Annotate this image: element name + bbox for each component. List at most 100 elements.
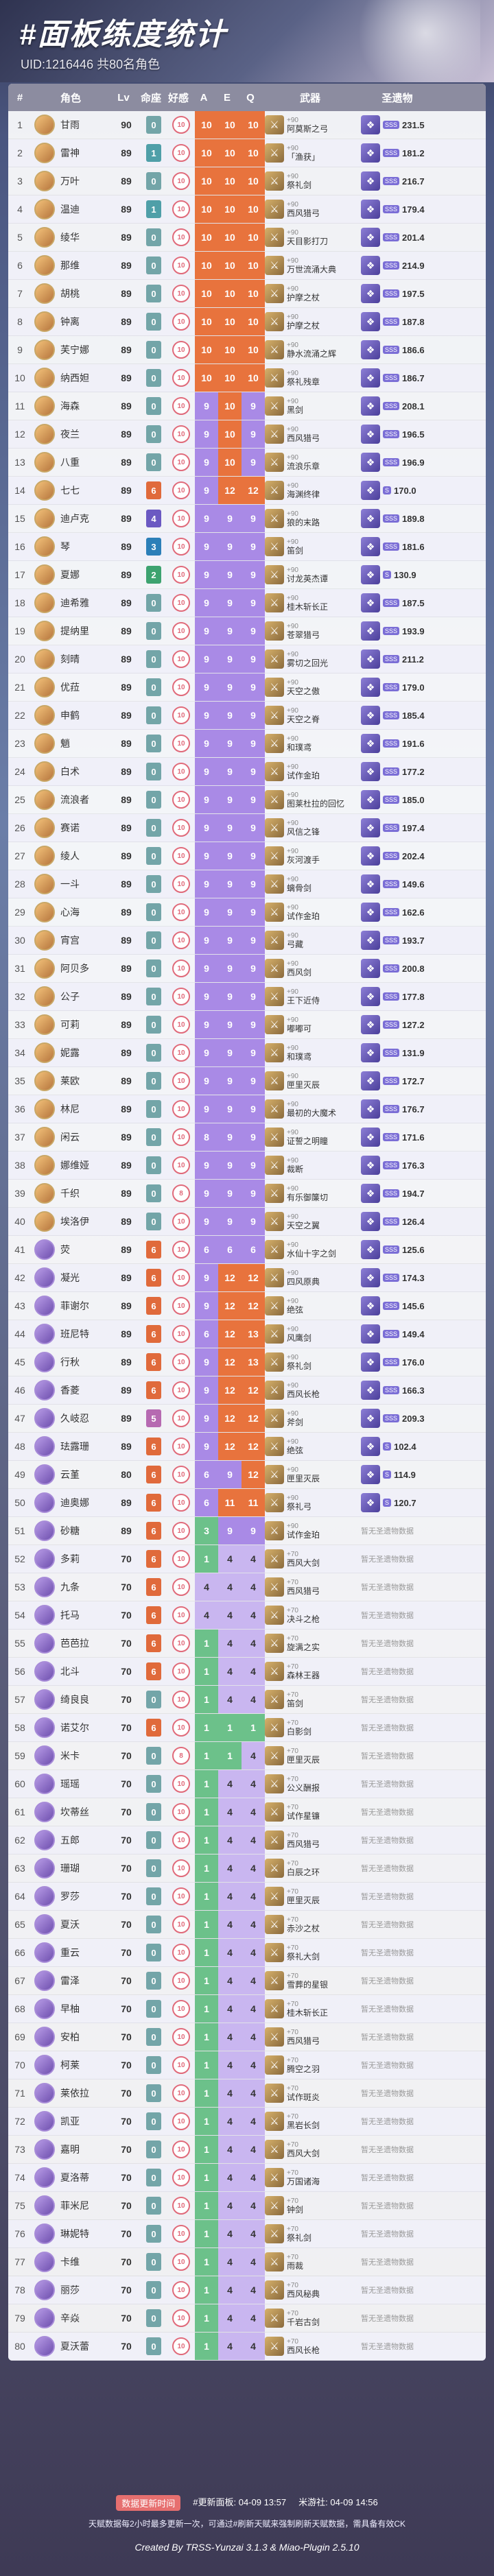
character-level: 70	[121, 2144, 132, 2155]
talent-e: 4	[218, 1883, 242, 1910]
artifact-cell: ❖ S 170.0	[361, 481, 439, 500]
talent-e: 9	[218, 1461, 242, 1488]
character-level: 89	[121, 738, 132, 749]
talent-q: 10	[242, 336, 265, 363]
friendship-heart-icon: 10	[172, 2197, 190, 2215]
weapon-name: 风鹰剑	[287, 1333, 312, 1343]
weapon-cell: ⚔ +90 静水流涌之辉	[265, 340, 361, 359]
constellation-badge: 0	[146, 369, 161, 387]
character-level: 89	[121, 654, 132, 665]
avatar	[34, 536, 55, 557]
weapon-text: +70 西风秘典	[287, 2281, 320, 2299]
character-level: 89	[121, 513, 132, 524]
constellation-cell: 0	[140, 228, 167, 246]
weapon-text: +90 绝弦	[287, 1438, 303, 1455]
artifact-score: 145.6	[402, 1300, 425, 1311]
avatar	[34, 1549, 55, 1569]
constellation-cell: 4	[140, 510, 167, 527]
talent-e: 9	[218, 505, 242, 532]
weapon-name: 弓藏	[287, 940, 304, 949]
weapon-cell: ⚔ +90 西风长枪	[265, 1381, 361, 1400]
weapon-name: 天空之傲	[287, 687, 320, 696]
artifact-cell: ❖ SSS 197.5	[361, 284, 439, 303]
talent-q: 10	[242, 308, 265, 335]
constellation-cell: 5	[140, 1409, 167, 1427]
constellation-cell: 0	[140, 369, 167, 387]
weapon-text: +70 桂木斩长正	[287, 2000, 328, 2018]
table-row: 65 夏沃 70 0 10 1 4 4 ⚔ +70 赤沙之杖 暂无圣遗物数据	[8, 1911, 486, 1939]
weapon-icon: ⚔	[265, 1212, 284, 1231]
weapon-cell: ⚔ +90 护摩之杖	[265, 312, 361, 331]
row-index: 72	[14, 2116, 25, 2127]
talent-q: 9	[242, 870, 265, 898]
row-index: 18	[14, 597, 25, 608]
friendship-heart-icon: 10	[172, 1944, 190, 1961]
friendship-cell: 10	[167, 566, 195, 584]
weapon-icon: ⚔	[265, 649, 284, 669]
weapon-cell: ⚔ +90 祭礼残章	[265, 368, 361, 387]
character-name: 米卡	[60, 1750, 80, 1761]
character-level: 70	[121, 1975, 132, 1986]
friendship-heart-icon: 10	[172, 566, 190, 584]
talent-q: 4	[242, 2276, 265, 2304]
friendship-cell: 10	[167, 2225, 195, 2243]
weapon-cell: ⚔ +90 笛剑	[265, 537, 361, 556]
weapon-icon: ⚔	[265, 2196, 284, 2215]
update-info: 数据更新时间 #更新面板: 04-09 13:57 米游社: 04-09 14:…	[8, 2495, 486, 2511]
character-level: 89	[121, 316, 132, 327]
weapon-cell: ⚔ +70 西风大剑	[265, 1549, 361, 1569]
friendship-heart-icon: 10	[172, 200, 190, 218]
constellation-badge: 0	[146, 1100, 161, 1118]
artifact-cell: ❖ SSS 125.6	[361, 1240, 439, 1259]
artifact-cell: 暂无圣遗物数据	[361, 1722, 439, 1733]
artifact-score: 162.6	[402, 907, 425, 918]
row-index: 79	[14, 2313, 25, 2324]
talent-a: 9	[195, 955, 218, 982]
table-row: 16 琴 89 3 10 9 9 9 ⚔ +90 笛剑 ❖ SSS 181.6	[8, 533, 486, 561]
character-level: 70	[121, 2060, 132, 2071]
character-level: 89	[121, 935, 132, 946]
character-name: 芙宁娜	[60, 344, 89, 355]
talent-a: 1	[195, 1686, 218, 1713]
constellation-cell: 0	[140, 791, 167, 809]
character-level: 89	[121, 682, 132, 693]
friendship-heart-icon: 10	[172, 1213, 190, 1230]
constellation-cell: 0	[140, 2084, 167, 2102]
avatar-cell	[32, 1408, 58, 1429]
table-row: 48 珐露珊 89 6 10 9 12 12 ⚔ +90 绝弦 ❖ S 102.4	[8, 1433, 486, 1461]
avatar-cell	[32, 1296, 58, 1316]
talent-q: 9	[242, 1152, 265, 1179]
row-index: 27	[14, 850, 25, 861]
artifact-grade-badge: SSS	[383, 767, 400, 776]
row-index: 37	[14, 1132, 25, 1143]
talent-q: 9	[242, 1517, 265, 1545]
friendship-cell: 10	[167, 1438, 195, 1455]
constellation-cell: 0	[140, 1184, 167, 1202]
row-index: 10	[14, 372, 25, 383]
weapon-cell: ⚔ +90 黑剑	[265, 396, 361, 416]
table-row: 57 绮良良 70 0 10 1 4 4 ⚔ +70 笛剑 暂无圣遗物数据	[8, 1686, 486, 1714]
artifact-grade-badge: SSS	[383, 1049, 400, 1057]
friendship-heart-icon: 10	[172, 1606, 190, 1624]
constellation-badge: 0	[146, 2253, 161, 2271]
weapon-name: 阿莫斯之弓	[287, 124, 329, 134]
character-level: 89	[121, 232, 132, 243]
row-index: 34	[14, 1047, 25, 1058]
avatar	[34, 480, 55, 501]
character-level: 89	[121, 1300, 132, 1311]
weapon-text: +90 和璞鸢	[287, 735, 311, 752]
talent-q: 4	[242, 1658, 265, 1685]
weapon-name: 白影剑	[287, 1727, 312, 1737]
weapon-name: 笛剑	[287, 546, 304, 556]
avatar-cell	[32, 958, 58, 979]
constellation-badge: 6	[146, 1662, 161, 1680]
talent-e: 9	[218, 617, 242, 645]
artifact-cell: ❖ SSS 216.7	[361, 171, 439, 191]
character-name: 罗莎	[60, 1891, 80, 1902]
character-name: 嘉明	[60, 2144, 80, 2155]
constellation-badge: 6	[146, 1494, 161, 1512]
artifact-grade-badge: SSS	[383, 233, 400, 241]
constellation-badge: 6	[146, 1634, 161, 1652]
talent-a: 1	[195, 2051, 218, 2079]
weapon-text: +90 万世流涌大典	[287, 257, 336, 274]
